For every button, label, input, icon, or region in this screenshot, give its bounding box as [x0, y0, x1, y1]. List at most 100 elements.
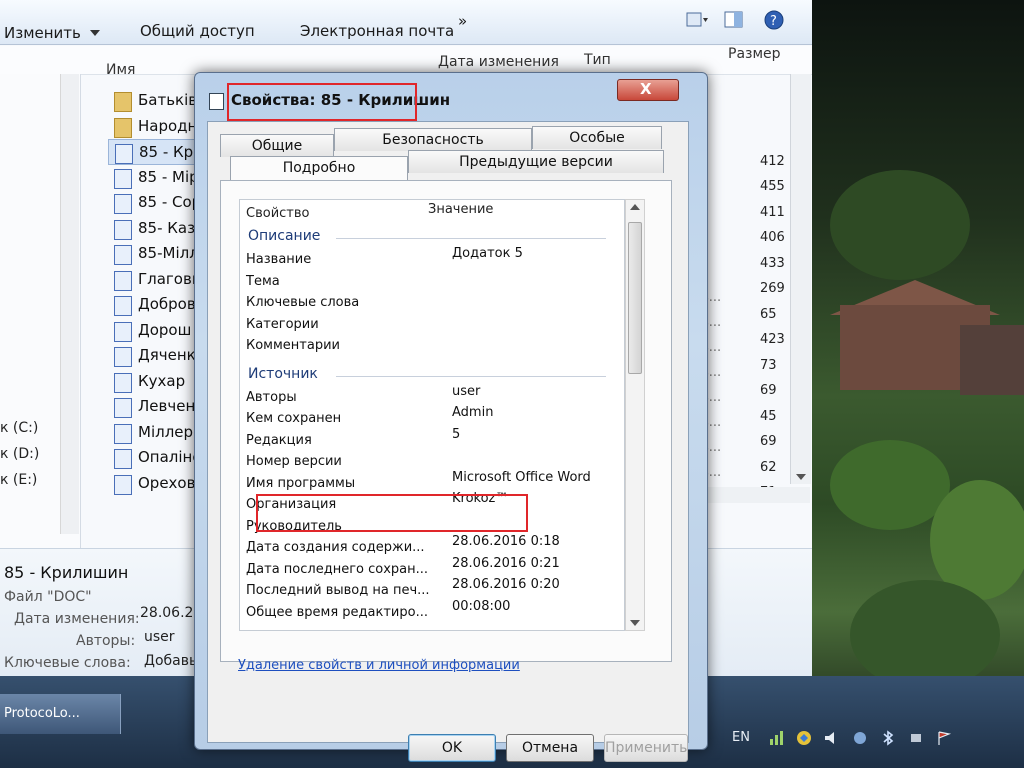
property-name[interactable]: Категории: [246, 317, 319, 332]
property-name[interactable]: Редакция: [246, 433, 312, 448]
property-name[interactable]: Дата последнего сохран...: [246, 562, 428, 577]
file-size: 73: [760, 357, 777, 373]
section-divider: [336, 375, 606, 377]
scroll-down-icon[interactable]: [796, 474, 806, 480]
close-button[interactable]: X: [617, 79, 679, 101]
tab-general[interactable]: Общие: [220, 134, 334, 157]
usb-icon[interactable]: [908, 730, 924, 746]
security-icon[interactable]: [796, 730, 812, 746]
property-name[interactable]: Кем сохранен: [246, 411, 341, 426]
wallpaper-house-2: [960, 325, 1024, 395]
document-icon: [114, 449, 132, 469]
scroll-down-icon[interactable]: [630, 620, 640, 626]
column-name[interactable]: Имя: [106, 62, 135, 78]
property-name[interactable]: Авторы: [246, 390, 297, 405]
property-value[interactable]: Додаток 5: [452, 246, 523, 261]
organization-highlight-box: [256, 494, 528, 532]
header-property[interactable]: Свойство: [246, 206, 309, 221]
scroll-thumb[interactable]: [628, 222, 642, 374]
file-size: 455: [760, 179, 785, 194]
file-name: Глагови: [138, 269, 202, 288]
property-name[interactable]: Общее время редактиро...: [246, 605, 428, 620]
property-name[interactable]: Последний вывод на печ...: [246, 583, 430, 598]
apply-button[interactable]: Применить: [604, 734, 688, 762]
file-name: Батьків: [138, 91, 198, 109]
property-name[interactable]: Дата создания содержи...: [246, 540, 425, 555]
bluetooth-icon[interactable]: [880, 730, 896, 746]
document-icon: [114, 194, 132, 214]
file-name: Кухар: [138, 371, 186, 390]
details-authors-label: Авторы:: [76, 633, 136, 649]
property-value[interactable]: user: [452, 384, 480, 399]
details-file-name: 85 - Крилишин: [4, 563, 129, 582]
view-options-icon[interactable]: [686, 10, 708, 30]
details-date-label: Дата изменения:: [14, 611, 140, 627]
volume-icon[interactable]: [824, 730, 840, 746]
change-menu[interactable]: Изменить: [4, 24, 81, 42]
change-menu-arrow-icon[interactable]: [90, 30, 100, 36]
taskbar-app-button[interactable]: ProtocoLo...: [0, 694, 121, 734]
flag-icon[interactable]: [936, 730, 952, 746]
svg-text:?: ?: [770, 14, 777, 29]
property-name[interactable]: Ключевые слова: [246, 295, 359, 310]
folder-icon: [114, 117, 132, 138]
file-size: 69: [760, 383, 777, 398]
file-name: Опалінс: [138, 448, 201, 466]
system-tray: EN: [720, 720, 1024, 768]
nav-scrollbar[interactable]: [60, 74, 79, 534]
share-menu[interactable]: Общий доступ: [140, 22, 255, 40]
wallpaper-tree: [850, 580, 1000, 690]
file-size: 406: [760, 230, 785, 245]
tab-details[interactable]: Подробно: [230, 156, 408, 183]
nav-drive-d[interactable]: к (D:): [0, 446, 39, 462]
more-chevron-icon[interactable]: »: [458, 12, 467, 30]
file-name: 85 - Мір: [138, 167, 199, 186]
tab-previous-versions[interactable]: Предыдущие версии: [408, 150, 664, 173]
property-name[interactable]: Имя программы: [246, 476, 355, 491]
file-size: 423: [760, 332, 785, 347]
section-divider: [336, 238, 606, 239]
property-value[interactable]: 5: [452, 427, 460, 442]
property-grid: Свойство Значение Описание Название Додато…: [239, 199, 625, 631]
file-size: 62: [760, 459, 777, 475]
property-value[interactable]: 28.06.2016 0:20: [452, 577, 560, 592]
header-value[interactable]: Значение: [428, 202, 493, 217]
remove-properties-link[interactable]: Удаление свойств и личной информации: [238, 658, 520, 673]
help-icon[interactable]: ?: [764, 10, 784, 30]
language-indicator[interactable]: EN: [732, 730, 750, 745]
property-name[interactable]: Тема: [246, 274, 280, 289]
column-date[interactable]: Дата изменения: [438, 54, 559, 70]
property-value[interactable]: Microsoft Office Word: [452, 470, 591, 485]
property-name[interactable]: Номер версии: [246, 454, 342, 469]
scroll-up-icon[interactable]: [630, 204, 640, 210]
property-name[interactable]: Название: [246, 252, 311, 267]
file-list-scrollbar[interactable]: [790, 74, 811, 484]
column-size[interactable]: Размер: [728, 46, 781, 62]
gadget-icon[interactable]: [852, 730, 868, 746]
preview-pane-icon[interactable]: [724, 10, 744, 30]
tab-security[interactable]: Безопасность: [334, 128, 532, 151]
tab-custom[interactable]: Особые: [532, 126, 662, 149]
nav-drive-c[interactable]: к (C:): [0, 420, 38, 436]
cancel-button[interactable]: Отмена: [506, 734, 594, 762]
details-panel: Свойство Значение Описание Название Додато…: [220, 180, 672, 662]
file-size: 433: [760, 255, 785, 271]
property-value[interactable]: 28.06.2016 0:18: [452, 534, 560, 549]
details-authors-value[interactable]: user: [144, 629, 175, 645]
property-scrollbar[interactable]: [625, 199, 645, 631]
column-type[interactable]: Тип: [584, 52, 611, 68]
nav-drive-e[interactable]: к (E:): [0, 472, 37, 488]
property-value[interactable]: Admin: [452, 405, 493, 420]
email-button[interactable]: Электронная почта: [300, 22, 454, 40]
file-name: Народні: [138, 116, 202, 135]
property-value[interactable]: 28.06.2016 0:21: [452, 556, 560, 571]
property-name[interactable]: Комментарии: [246, 338, 340, 353]
property-value[interactable]: 00:08:00: [452, 599, 510, 614]
network-icon[interactable]: [768, 730, 784, 746]
wallpaper-tree: [830, 170, 970, 280]
details-keywords-label: Ключевые слова:: [4, 655, 131, 671]
document-icon: [115, 144, 133, 164]
document-icon: [114, 245, 132, 265]
section-heading: Источник: [248, 365, 318, 382]
ok-button[interactable]: OK: [408, 734, 496, 762]
